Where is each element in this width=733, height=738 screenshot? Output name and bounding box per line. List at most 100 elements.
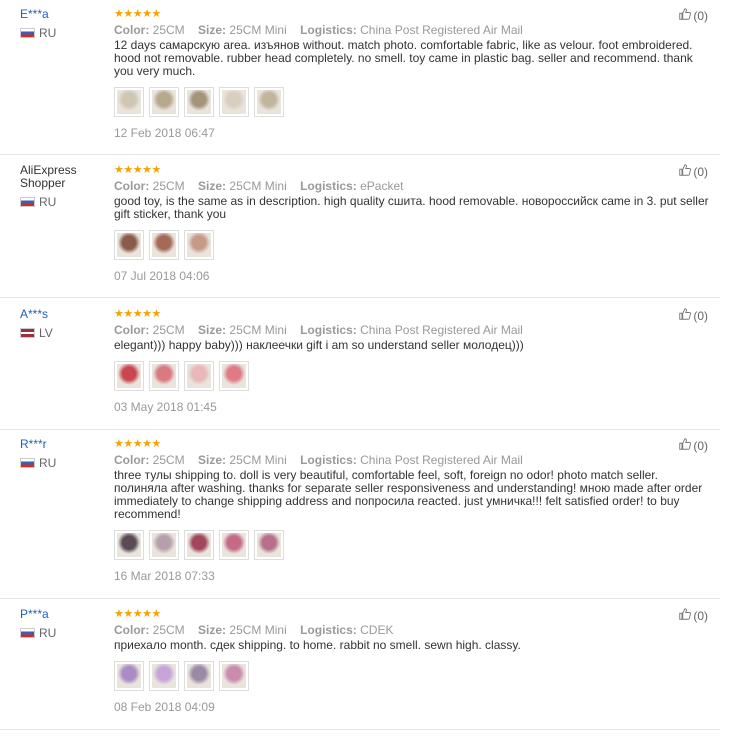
review-text: good toy, is the same as in description.… [114,194,709,221]
size-label: Size: [198,23,227,37]
review-photo-thumbnail[interactable] [114,361,144,391]
reviewer-country: RU [20,195,110,209]
helpful-count: (0) [693,308,708,323]
review-body: ★★★★★ Color: 25CM Size: 25CM Mini Logist… [114,608,710,714]
reviewer-info: P***a RU [20,608,110,640]
color-label: Color: [114,323,150,337]
review-date: 07 Jul 2018 04:06 [114,269,210,283]
logistics-label: Logistics: [300,179,357,193]
reviewer-name[interactable]: E***a [20,8,110,21]
color-value: 25CM [152,623,185,637]
size-label: Size: [198,323,227,337]
reviewer-name[interactable]: P***a [20,608,110,621]
review-text: three тулы shipping to. doll is very bea… [114,468,703,521]
logistics-label: Logistics: [300,323,357,337]
logistics-label: Logistics: [300,23,357,37]
star-rating: ★★★★★ [114,308,161,320]
star-rating: ★★★★★ [114,164,161,176]
reviewer-country: LV [20,326,110,340]
reviewer-info: R***r RU [20,438,110,470]
logistics-value: China Post Registered Air Mail [360,323,523,337]
review-photo-thumbnail[interactable] [184,661,214,691]
size-value: 25CM Mini [229,623,287,637]
helpful-button[interactable]: (0) [679,164,708,179]
size-value: 25CM Mini [229,179,287,193]
reviewer-name: AliExpress Shopper [20,163,77,190]
country-flag-icon [20,458,35,468]
reviewer-info: E***a RU [20,8,110,40]
size-value: 25CM Mini [229,23,287,37]
review-text: 12 days самарскую area. изъянов without.… [114,38,693,78]
color-value: 25CM [152,453,185,467]
size-value: 25CM Mini [229,453,287,467]
review-photos [114,87,710,117]
review-photo-thumbnail[interactable] [149,361,179,391]
review-photo-thumbnail[interactable] [219,530,249,560]
helpful-count: (0) [693,164,708,179]
country-flag-icon [20,28,35,38]
country-code: RU [39,626,57,640]
order-info: Color: 25CM Size: 25CM Mini Logistics: C… [114,623,710,637]
review-text: приехало month. сдек shipping. to home. … [114,638,521,652]
review-date: 16 Mar 2018 07:33 [114,569,215,583]
review-photo-thumbnail[interactable] [114,530,144,560]
order-info: Color: 25CM Size: 25CM Mini Logistics: C… [114,453,710,467]
logistics-value: CDEK [360,623,394,637]
review-photo-thumbnail[interactable] [149,87,179,117]
reviewer-name[interactable]: A***s [20,308,110,321]
review-photo-thumbnail[interactable] [254,530,284,560]
review-item: E***a RU ★★★★★ Color: 25CM Size: 25CM Mi… [0,8,720,155]
review-date: 03 May 2018 01:45 [114,400,217,414]
order-info: Color: 25CM Size: 25CM Mini Logistics: C… [114,323,710,337]
star-rating: ★★★★★ [114,438,161,450]
helpful-button[interactable]: (0) [679,308,708,323]
country-code: RU [39,26,57,40]
color-value: 25CM [152,323,185,337]
review-photo-thumbnail[interactable] [149,230,179,260]
helpful-button[interactable]: (0) [679,438,708,453]
reviewer-country: RU [20,626,110,640]
review-photos [114,661,710,691]
review-photo-thumbnail[interactable] [114,87,144,117]
review-item: P***a RU ★★★★★ Color: 25CM Size: 25CM Mi… [0,608,720,730]
logistics-label: Logistics: [300,623,357,637]
logistics-value: ePacket [360,179,404,193]
review-photo-thumbnail[interactable] [114,230,144,260]
review-date: 08 Feb 2018 04:09 [114,700,215,714]
helpful-button[interactable]: (0) [679,608,708,623]
thumbs-up-icon [679,608,693,623]
review-photos [114,530,710,560]
thumbs-up-icon [679,8,693,23]
review-body: ★★★★★ Color: 25CM Size: 25CM Mini Logist… [114,8,710,140]
review-photo-thumbnail[interactable] [219,361,249,391]
country-code: RU [39,456,57,470]
review-photo-thumbnail[interactable] [184,530,214,560]
review-photo-thumbnail[interactable] [219,87,249,117]
review-item: A***s LV ★★★★★ Color: 25CM Size: 25CM Mi… [0,308,720,430]
reviewer-name[interactable]: R***r [20,438,110,451]
size-value: 25CM Mini [229,323,287,337]
review-photo-thumbnail[interactable] [219,661,249,691]
logistics-value: China Post Registered Air Mail [360,453,523,467]
thumbs-up-icon [679,308,693,323]
review-photo-thumbnail[interactable] [149,661,179,691]
star-rating: ★★★★★ [114,8,161,20]
review-body: ★★★★★ Color: 25CM Size: 25CM Mini Logist… [114,438,710,583]
country-code: LV [39,326,53,340]
review-photo-thumbnail[interactable] [184,361,214,391]
thumbs-up-icon [679,438,693,453]
country-code: RU [39,195,57,209]
review-item: AliExpress Shopper RU ★★★★★ Color: 25CM … [0,164,720,298]
review-photo-thumbnail[interactable] [114,661,144,691]
country-flag-icon [20,197,35,207]
helpful-count: (0) [693,438,708,453]
review-photo-thumbnail[interactable] [254,87,284,117]
review-photo-thumbnail[interactable] [184,87,214,117]
review-photo-thumbnail[interactable] [149,530,179,560]
helpful-button[interactable]: (0) [679,8,708,23]
color-label: Color: [114,453,150,467]
thumbs-up-icon [679,164,693,179]
color-value: 25CM [152,179,185,193]
review-photo-thumbnail[interactable] [184,230,214,260]
size-label: Size: [198,179,227,193]
